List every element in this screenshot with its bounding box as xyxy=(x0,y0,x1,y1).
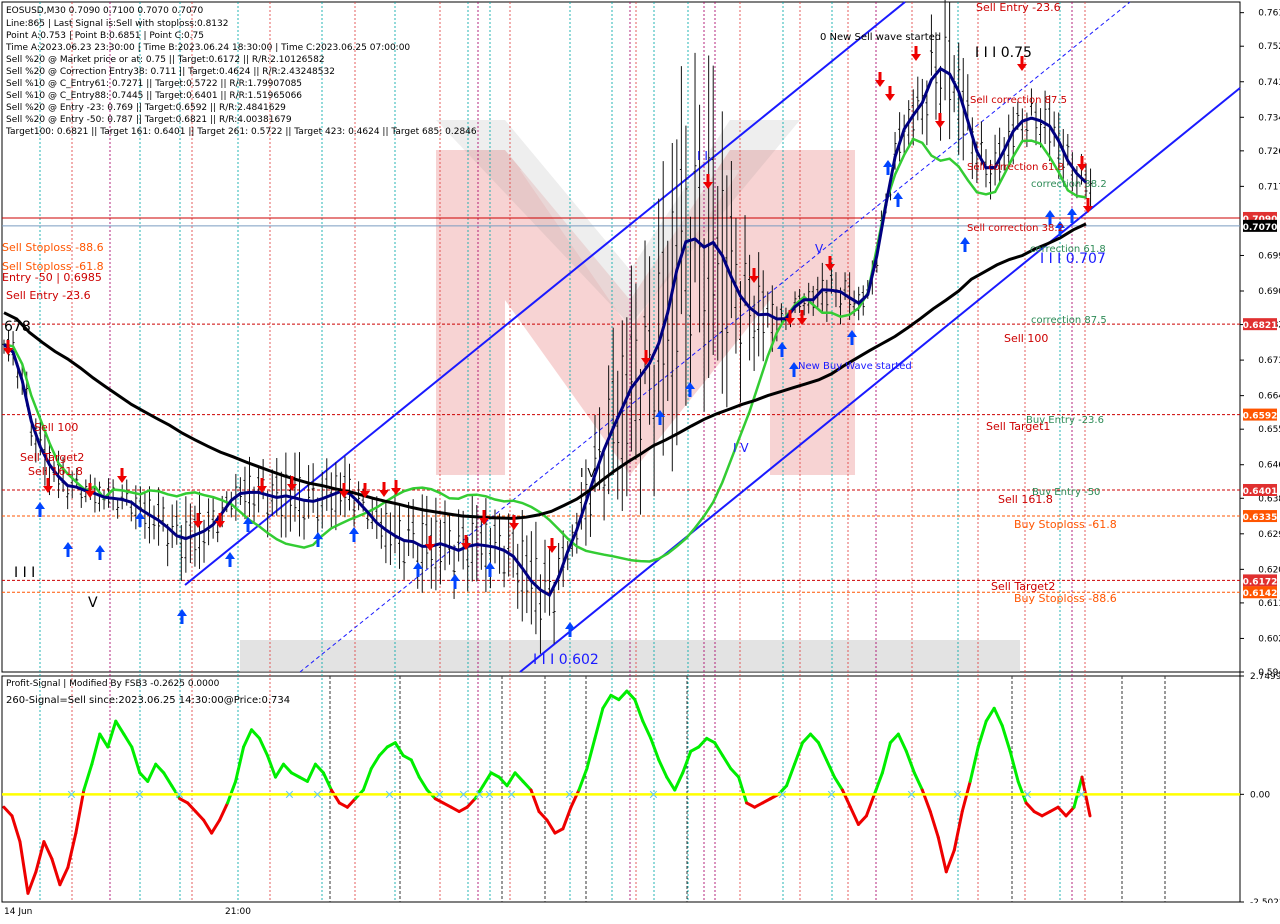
indicator-y-tick-label: 0.00 xyxy=(1250,790,1270,800)
annotation-label: correction 38.2 xyxy=(1031,179,1107,190)
crossover-marker: ⨯ xyxy=(1076,787,1087,802)
annotation-label: Sell 161.8 xyxy=(28,465,83,478)
annotation-label: Sell 161.8 xyxy=(998,493,1053,506)
time-axis: 14 Jun 21:00 xyxy=(0,903,1280,919)
y-tick-label: 0.6995 xyxy=(1258,251,1280,261)
y-tick-label: 0.6115 xyxy=(1258,599,1280,609)
price-tag-label: 0.6172 xyxy=(1243,577,1278,587)
indicator-signal: 260-Signal=Sell since:2023.06.25 14:30:0… xyxy=(6,695,290,706)
y-tick-label: 0.6905 xyxy=(1258,287,1280,297)
annotation-label: Sell Target1 xyxy=(986,420,1050,433)
crossover-marker: ⨯ xyxy=(564,787,575,802)
annotation-label: Sell Entry -23.6 xyxy=(6,289,91,302)
info-line: Sell %20 @ Entry -23: 0.769 || Target:0.… xyxy=(6,103,286,113)
crossover-marker: ⨯ xyxy=(174,787,185,802)
time-axis-background xyxy=(0,903,1280,919)
annotation-label: Sell 100 xyxy=(1004,332,1048,345)
y-tick-label: 0.6200 xyxy=(1258,565,1280,575)
annotation-label: Sell correction 87.5 xyxy=(970,95,1067,106)
annotation-label: Buy Stoploss -61.8 xyxy=(1014,518,1117,531)
y-tick-label: 0.6640 xyxy=(1258,392,1280,402)
crossover-marker: ⨯ xyxy=(484,787,495,802)
y-tick-label: 0.7170 xyxy=(1258,182,1280,192)
y-tick-label: 0.6555 xyxy=(1258,425,1280,435)
y-tick-label: 0.7260 xyxy=(1258,147,1280,157)
crossover-marker: ⨯ xyxy=(284,787,295,802)
annotation-label: Sell Stoploss -88.6 xyxy=(2,241,104,254)
crossover-marker: ⨯ xyxy=(952,787,963,802)
crossover-marker: ⨯ xyxy=(648,787,659,802)
crossover-marker: ⨯ xyxy=(458,787,469,802)
time-label: 21:00 xyxy=(225,907,251,917)
annotation-label: V xyxy=(815,242,824,256)
price-tag-label: 0.6335 xyxy=(1243,513,1278,523)
price-tag-label: 0.6592 xyxy=(1243,412,1278,422)
annotation-label: Sell Target2 xyxy=(20,451,84,464)
symbol-ohlc: EOSUSD,M30 0.7090 0.7100 0.7070 0.7070 xyxy=(6,6,203,16)
y-tick-label: 0.6290 xyxy=(1258,530,1280,540)
annotation-label: correction 87.5 xyxy=(1031,315,1107,326)
crossover-marker: ⨯ xyxy=(906,787,917,802)
annotation-label: I I I xyxy=(14,565,35,581)
price-tag-label: 0.7070 xyxy=(1243,223,1278,233)
annotation-label: V xyxy=(88,595,98,611)
chart-canvas: Sell Entry -23.6 0 New Sell wave started I… xyxy=(0,0,1280,920)
info-line: Sell %10 @ C_Entry61: 0.7271 || Target:0… xyxy=(6,79,302,89)
annotation-label: 678 xyxy=(4,319,31,335)
annotation-label: 0 New Sell wave started xyxy=(820,32,941,43)
annotation-label: I I I 0.707 xyxy=(1040,251,1106,267)
info-line: Line:865 | Last Signal is:Sell with stop… xyxy=(6,19,228,29)
annotation-label: Sell correction 38.2 xyxy=(967,223,1064,234)
info-line: Sell %10 @ C_Entry88: 0.7445 || Target:0… xyxy=(6,91,302,101)
annotation-label: Sell Entry -23.6 xyxy=(976,1,1061,14)
annotation-label: Sell correction 61.8 xyxy=(967,162,1064,173)
info-line: Sell %20 @ Market price or at: 0.75 || T… xyxy=(6,55,325,65)
price-tag-label: 0.6142 xyxy=(1243,589,1278,599)
crossover-marker: ⨯ xyxy=(384,787,395,802)
info-line: Point A:0.753 | Point B:0.6851 | Point C… xyxy=(6,31,204,41)
y-tick-label: 0.5940 xyxy=(1258,668,1280,678)
indicator-title: Profit-Signal | Modified By FSB3 -0.2625… xyxy=(6,679,220,689)
annotation-label: I I I 0.75 xyxy=(975,45,1032,61)
crossover-marker: ⨯ xyxy=(66,787,77,802)
y-tick-label: 0.7345 xyxy=(1258,113,1280,123)
annotation-label: Entry -50 | 0.6985 xyxy=(2,271,102,284)
info-line: Sell %20 @ Entry -50: 0.787 || Target:0.… xyxy=(6,115,292,125)
annotation-label: I I I 0.602 xyxy=(533,652,599,668)
crossover-marker: ⨯ xyxy=(506,787,517,802)
y-tick-label: 0.6730 xyxy=(1258,356,1280,366)
crossover-marker: ⨯ xyxy=(1022,787,1033,802)
annotation-label: Buy Stoploss -88.6 xyxy=(1014,592,1117,605)
y-tick-label: 0.6025 xyxy=(1258,634,1280,644)
annotation-label: I V xyxy=(580,466,596,480)
crossover-marker: ⨯ xyxy=(434,787,445,802)
y-tick-label: 0.6465 xyxy=(1258,461,1280,471)
y-tick-label: 0.7525 xyxy=(1258,42,1280,52)
info-line: Sell %20 @ Correction Entry38: 0.711 || … xyxy=(6,67,335,77)
crossover-marker: ⨯ xyxy=(312,787,323,802)
time-label: 14 Jun xyxy=(4,907,32,917)
annotation-label: I V xyxy=(733,441,749,455)
y-tick-label: 0.7435 xyxy=(1258,78,1280,88)
annotation-label: I I xyxy=(697,149,708,163)
info-line: Target100: 0.6821 || Target 161: 0.6401 … xyxy=(5,127,477,137)
annotation-label: New Buy Wave started xyxy=(798,361,912,372)
info-line: Time A:2023.06.23 23:30:00 | Time B:2023… xyxy=(5,43,410,53)
price-tag-label: 0.6401 xyxy=(1243,487,1278,497)
crossover-marker: ⨯ xyxy=(826,787,837,802)
y-tick-label: 0.7610 xyxy=(1258,9,1280,19)
price-tag-label: 0.6821 xyxy=(1243,321,1278,331)
crossover-marker: ⨯ xyxy=(134,787,145,802)
crossover-marker: ⨯ xyxy=(777,787,788,802)
chart-window: Sell Entry -23.6 0 New Sell wave started I… xyxy=(0,0,1280,920)
annotation-label: Sell 100 xyxy=(34,421,78,434)
